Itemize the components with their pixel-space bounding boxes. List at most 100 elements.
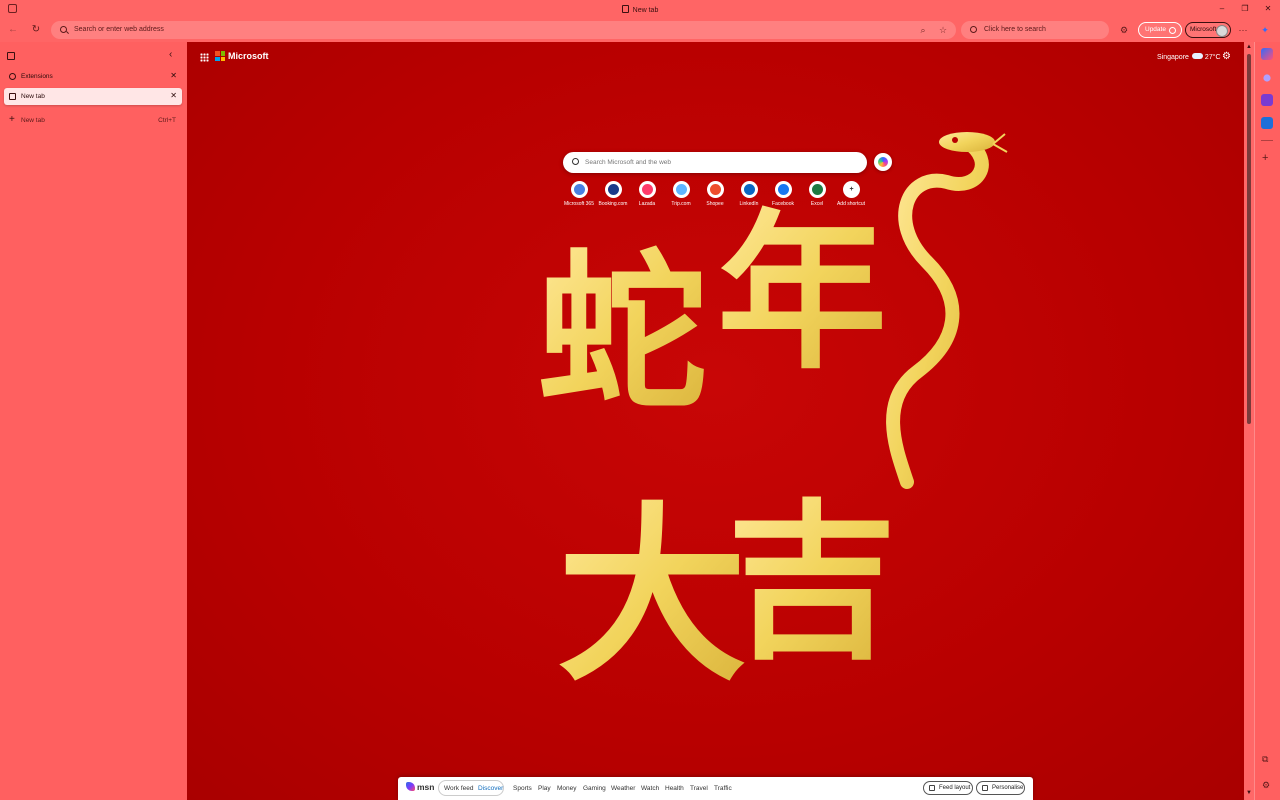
minimize-button[interactable]: –	[1215, 3, 1229, 15]
feed-tab-play[interactable]: Play	[538, 782, 551, 795]
close-tab-icon[interactable]: ✕	[170, 71, 177, 80]
feed-tab-travel[interactable]: Travel	[690, 782, 708, 795]
quick-link-booking[interactable]: Booking.com	[596, 180, 630, 210]
search-icon	[970, 26, 977, 33]
feed-tab-money[interactable]: Money	[557, 782, 577, 795]
copilot-icon[interactable]: ✦	[1258, 23, 1272, 37]
profile-button[interactable]: Microsoft	[1185, 22, 1231, 38]
scroll-down-icon[interactable]: ▼	[1246, 790, 1252, 796]
lazada-icon	[642, 184, 653, 195]
window-title-text: New tab	[632, 7, 659, 14]
more-options-icon[interactable]: ···	[1236, 23, 1250, 37]
app-launcher-icon[interactable]	[200, 53, 209, 62]
msn-butterfly-icon	[406, 782, 415, 791]
plus-icon: +	[9, 114, 15, 125]
sidebar-divider	[1261, 140, 1273, 141]
web-search-box[interactable]: Search Microsoft and the web	[563, 152, 867, 173]
zoom-search-icon[interactable]: ⌕	[917, 24, 929, 36]
search-icon	[572, 158, 579, 165]
quick-link-linkedin[interactable]: LinkedIn	[732, 180, 766, 210]
refresh-button[interactable]: ↻	[29, 23, 43, 37]
page-settings-gear-icon[interactable]: ⚙	[1222, 51, 1231, 62]
weather-temperature: 27°C	[1204, 54, 1221, 61]
tab-new-tab[interactable]: New tab ✕	[4, 88, 182, 105]
web-search-placeholder: Search Microsoft and the web	[585, 159, 671, 166]
close-tab-icon[interactable]: ✕	[170, 91, 177, 100]
profile-label: Microsoft	[1190, 26, 1217, 33]
linkedin-icon	[744, 184, 755, 195]
quick-link-plus[interactable]: + Add shortcut	[834, 180, 868, 210]
avatar	[1216, 24, 1228, 37]
page-scrollbar[interactable]: ▲ ▼	[1244, 42, 1254, 800]
quick-link-label: Add shortcut	[836, 201, 866, 207]
quick-link-shopee[interactable]: Shopee	[698, 180, 732, 210]
quick-link-microsoft-365[interactable]: Microsoft 365	[562, 180, 596, 210]
quick-link-lazada[interactable]: Lazada	[630, 180, 664, 210]
update-icon	[1169, 27, 1176, 34]
shortcut-hint: Ctrl+T	[158, 117, 176, 124]
tab-extensions[interactable]: Extensions ✕	[4, 68, 182, 85]
toolbar-search-box[interactable]: Click here to search	[961, 21, 1109, 39]
teams-icon[interactable]	[1261, 94, 1273, 106]
feed-tab-weather[interactable]: Weather	[611, 782, 635, 795]
excel-icon	[812, 184, 823, 195]
feed-layout-button[interactable]: Feed layout	[923, 781, 973, 795]
update-button[interactable]: Update	[1138, 22, 1182, 38]
feed-tab-watch[interactable]: Watch	[641, 782, 659, 795]
weather-widget[interactable]: Singapore 27°C	[1157, 53, 1221, 61]
restore-button[interactable]: ❐	[1238, 3, 1252, 15]
snake-eye	[952, 137, 958, 143]
copilot-button[interactable]	[874, 153, 892, 171]
discover-icon[interactable]	[1263, 74, 1271, 82]
close-window-button[interactable]: ✕	[1261, 3, 1275, 15]
extensions-puzzle-icon[interactable]: ⚙	[1117, 23, 1131, 37]
feed-tab-work-feed[interactable]: Work feed	[444, 782, 474, 795]
plus-icon: +	[846, 184, 857, 195]
page-icon	[621, 5, 629, 13]
collapse-panel-icon[interactable]: ‹	[169, 49, 172, 60]
trip-icon	[676, 184, 687, 195]
feed-tab-health[interactable]: Health	[665, 782, 684, 795]
microsoft-logo-icon	[215, 51, 225, 61]
booking-icon	[608, 184, 619, 195]
page-icon	[9, 93, 16, 100]
sidebar-settings-gear-icon[interactable]: ⚙	[1262, 780, 1270, 791]
address-bar[interactable]: Search or enter web address ⌕ ☆	[51, 21, 956, 39]
back-button[interactable]: ←	[6, 23, 20, 37]
quick-link-facebook[interactable]: Facebook	[766, 180, 800, 210]
tab-label: Extensions	[21, 73, 53, 80]
quick-link-trip[interactable]: Trip.com	[664, 180, 698, 210]
calligraphy: 蛇 年 大 吉	[537, 193, 897, 682]
feed-tab-traffic[interactable]: Traffic	[714, 782, 732, 795]
copilot-icon	[878, 157, 888, 167]
outlook-icon[interactable]	[1261, 117, 1273, 129]
snake-head	[939, 132, 995, 152]
hide-sidebar-icon[interactable]: ⧉	[1262, 754, 1268, 765]
facebook-icon-tile	[775, 181, 792, 198]
address-placeholder: Search or enter web address	[74, 26, 164, 33]
msn-feed-bar: msn Work feed Discover Sports Play Money Gami…	[398, 777, 1033, 800]
tab-actions-icon[interactable]	[7, 52, 15, 60]
msn-logo[interactable]: msn	[406, 782, 434, 792]
new-tab-button[interactable]: + New tab Ctrl+T	[4, 112, 182, 129]
quick-link-excel[interactable]: Excel	[800, 180, 834, 210]
trip-icon-tile	[673, 181, 690, 198]
personalise-button[interactable]: Personalise	[976, 781, 1025, 795]
scroll-thumb[interactable]	[1247, 54, 1251, 424]
window-title: New tab	[0, 5, 1280, 14]
feed-layout-label: Feed layout	[939, 785, 971, 791]
tab-label: New tab	[21, 93, 45, 100]
feed-tab-discover[interactable]: Discover	[478, 782, 503, 795]
scroll-up-icon[interactable]: ▲	[1246, 44, 1252, 50]
favorite-star-icon[interactable]: ☆	[937, 24, 949, 36]
add-app-plus-icon[interactable]: +	[1262, 152, 1268, 164]
right-sidebar: + ⧉ ⚙	[1254, 42, 1280, 800]
feed-tab-sports[interactable]: Sports	[513, 782, 532, 795]
update-label: Update	[1145, 26, 1166, 33]
title-bar: New tab – ❐ ✕	[0, 0, 1280, 18]
microsoft-brand[interactable]: Microsoft	[228, 51, 269, 61]
copilot-sidebar-icon[interactable]	[1261, 48, 1273, 60]
feed-tab-gaming[interactable]: Gaming	[583, 782, 606, 795]
calligraphy-da: 大	[557, 484, 747, 682]
linkedin-icon-tile	[741, 181, 758, 198]
